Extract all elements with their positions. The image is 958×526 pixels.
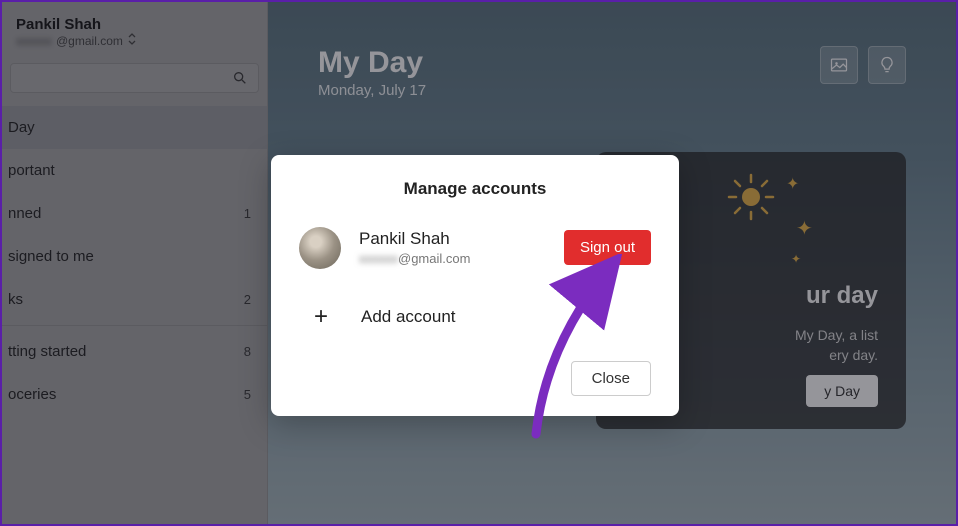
close-button[interactable]: Close	[571, 361, 651, 396]
account-row: Pankil Shah xxxxxx@gmail.com Sign out	[299, 227, 651, 269]
plus-icon: +	[307, 303, 335, 331]
account-email: xxxxxx@gmail.com	[359, 251, 546, 266]
account-name: Pankil Shah	[359, 229, 546, 249]
avatar	[299, 227, 341, 269]
sign-out-button[interactable]: Sign out	[564, 230, 651, 265]
modal-overlay[interactable]: Manage accounts Pankil Shah xxxxxx@gmail…	[2, 2, 956, 524]
manage-accounts-modal: Manage accounts Pankil Shah xxxxxx@gmail…	[271, 155, 679, 416]
add-account-button[interactable]: + Add account	[299, 299, 651, 361]
add-account-label: Add account	[361, 307, 456, 327]
modal-title: Manage accounts	[299, 179, 651, 199]
